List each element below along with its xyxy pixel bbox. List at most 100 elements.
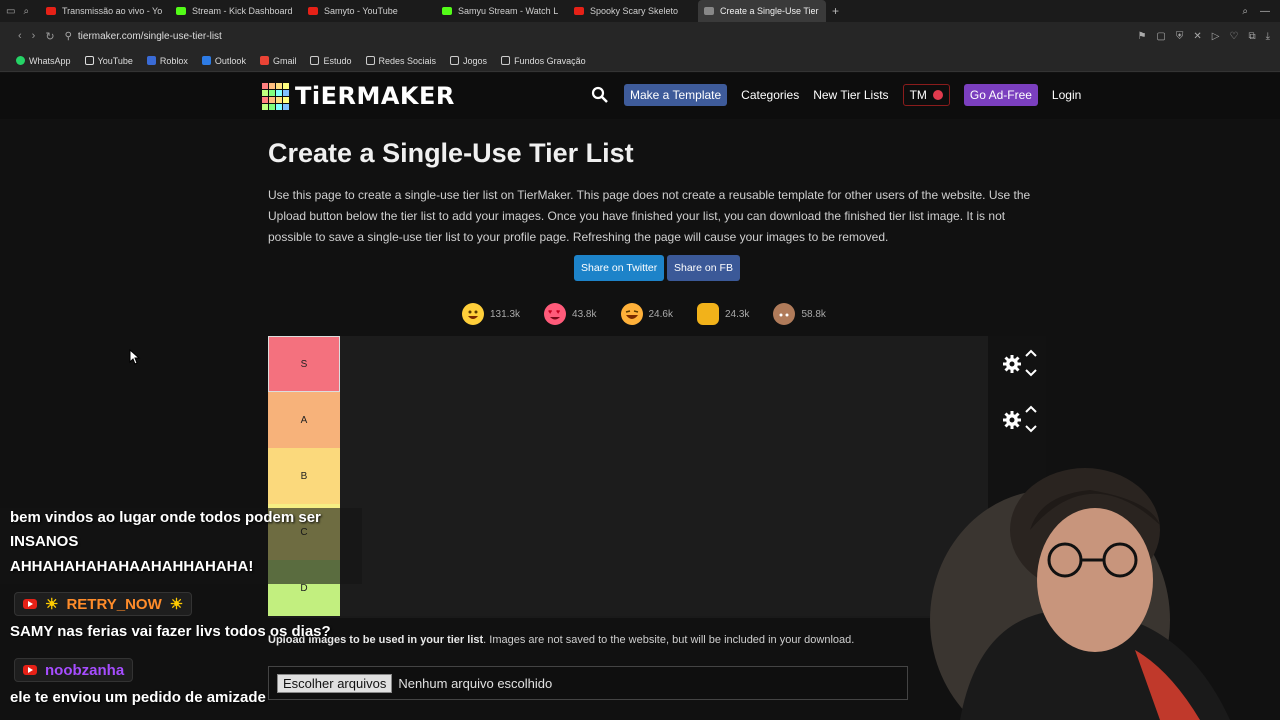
url-field[interactable]: ⚲ tiermaker.com/single-use-tier-list bbox=[65, 31, 222, 42]
play-icon[interactable]: ▷ bbox=[1212, 31, 1220, 42]
reaction-count: 24.6k bbox=[648, 308, 673, 320]
tab-samyto-youtube[interactable]: Samyto - YouTube bbox=[302, 0, 436, 22]
tab-title: Transmissão ao vivo - Yo bbox=[62, 6, 163, 16]
bookmark-redes-sociais[interactable]: Redes Sociais bbox=[365, 55, 437, 66]
site-info-icon[interactable]: ⚲ bbox=[65, 31, 72, 42]
tiermaker-logo[interactable]: TiERMAKER bbox=[262, 82, 455, 110]
url-text[interactable]: tiermaker.com/single-use-tier-list bbox=[78, 31, 222, 42]
categories-link[interactable]: Categories bbox=[741, 88, 799, 102]
bookmark-estudo[interactable]: Estudo bbox=[310, 55, 352, 66]
share-fb-button[interactable]: Share on FB bbox=[667, 255, 740, 281]
chevron-up-icon[interactable] bbox=[1024, 404, 1038, 414]
reaction-laugh[interactable]: 24.6k bbox=[620, 303, 673, 325]
tab-search-icon[interactable]: ⌕ bbox=[23, 6, 29, 17]
tab-kick-dashboard[interactable]: Stream - Kick Dashboard bbox=[170, 0, 302, 22]
reaction-grin[interactable]: 131.3k bbox=[462, 303, 520, 325]
bookmark-gmail[interactable]: Gmail bbox=[259, 56, 296, 66]
bookmark-label: Outlook bbox=[214, 55, 246, 66]
webcam-overlay bbox=[930, 468, 1230, 720]
tier-drop-zone[interactable] bbox=[340, 560, 988, 616]
kick-favicon-icon bbox=[442, 7, 452, 15]
tier-label-a[interactable]: A bbox=[268, 392, 340, 448]
bookmark-youtube[interactable]: YouTube bbox=[84, 55, 133, 66]
tiermaker-favicon-icon bbox=[704, 7, 714, 15]
poop-emoji-icon bbox=[773, 303, 796, 325]
tab-samyu-stream[interactable]: Samyu Stream - Watch L bbox=[436, 0, 568, 22]
tab-title: Samyto - YouTube bbox=[324, 6, 398, 16]
whatsapp-icon bbox=[16, 56, 25, 65]
make-template-button[interactable]: Make a Template bbox=[624, 84, 728, 106]
stream-chat-overlay: bem vindos ao lugar onde todos podem ser… bbox=[0, 508, 362, 720]
shield-icon[interactable]: ⛨ bbox=[1176, 31, 1184, 42]
share-twitter-button[interactable]: Share on Twitter bbox=[574, 255, 665, 281]
login-link[interactable]: Login bbox=[1052, 88, 1081, 102]
screenshot-icon[interactable]: ▢ bbox=[1156, 31, 1165, 42]
search-tabs-icon[interactable]: ⌕ bbox=[1242, 6, 1248, 17]
tab-transmissao[interactable]: Transmissão ao vivo - Yo bbox=[40, 0, 170, 22]
bookmark-label: Estudo bbox=[323, 55, 352, 66]
bookmark-whatsapp[interactable]: WhatsApp bbox=[16, 56, 71, 66]
tier-label-b[interactable]: B bbox=[268, 448, 340, 504]
bookmark-label: Redes Sociais bbox=[378, 55, 437, 66]
tab-actions-icon[interactable]: ▭ bbox=[6, 6, 15, 17]
bookmark-jogos[interactable]: Jogos bbox=[450, 56, 487, 66]
heart-icon[interactable]: ♡ bbox=[1229, 31, 1238, 42]
reaction-heart-eyes[interactable]: ♥ ♥ 43.8k bbox=[544, 303, 597, 325]
chevron-down-icon[interactable] bbox=[1024, 368, 1038, 378]
download-icon[interactable]: ⤓ bbox=[1266, 31, 1270, 42]
page-title: Create a Single-Use Tier List bbox=[268, 138, 634, 168]
bookmark-fundos-gravacao[interactable]: Fundos Gravação bbox=[501, 56, 586, 66]
reaction-praise[interactable]: 24.3k bbox=[696, 303, 749, 325]
tab-title: Create a Single-Use Tier bbox=[720, 6, 819, 16]
chat-username-badge: noobzanha bbox=[14, 658, 134, 682]
new-tier-lists-link[interactable]: New Tier Lists bbox=[813, 88, 888, 102]
back-icon[interactable]: ‹ bbox=[18, 30, 22, 43]
tab-actions: ▭ ⌕ bbox=[0, 6, 40, 17]
extensions-icon[interactable]: ⧉ bbox=[1248, 31, 1255, 42]
tier-row-s: S bbox=[268, 336, 1046, 392]
file-upload-input[interactable]: Escolher arquivos Nenhum arquivo escolhi… bbox=[268, 666, 908, 700]
reaction-count: 131.3k bbox=[490, 308, 521, 320]
heart-eyes-emoji-icon: ♥ ♥ bbox=[544, 303, 567, 325]
upload-note-rest: . Images are not saved to the website, b… bbox=[483, 634, 855, 646]
forward-icon[interactable]: › bbox=[32, 30, 36, 43]
bookmark-label: YouTube bbox=[97, 55, 133, 66]
bookmark-outlook[interactable]: Outlook bbox=[201, 55, 246, 66]
tab-spooky-scary[interactable]: Spooky Scary Skeleto bbox=[568, 0, 698, 22]
chat-username-badge: ☀ RETRY_NOW ☀ bbox=[14, 592, 193, 616]
tm-label: TM bbox=[909, 88, 927, 102]
reload-icon[interactable]: ↻ bbox=[45, 30, 54, 43]
bookmarks-bar: WhatsApp YouTube Roblox Outlook Gmail Es… bbox=[0, 50, 1280, 72]
translate-icon[interactable]: ✕ bbox=[1193, 31, 1201, 42]
tier-controls bbox=[988, 336, 1046, 392]
tab-tiermaker[interactable]: Create a Single-Use Tier bbox=[698, 0, 826, 22]
chevron-up-icon[interactable] bbox=[1024, 348, 1038, 358]
youtube-icon bbox=[23, 599, 37, 609]
reaction-count: 43.8k bbox=[572, 308, 597, 320]
go-ad-free-button[interactable]: Go Ad-Free bbox=[963, 84, 1038, 106]
minimize-icon[interactable]: — bbox=[1260, 6, 1270, 17]
sun-icon: ☀ bbox=[169, 596, 184, 613]
window-controls: ⌕ — bbox=[1242, 6, 1280, 17]
tier-drop-zone[interactable] bbox=[340, 448, 988, 504]
reaction-poop[interactable]: 58.8k bbox=[773, 303, 826, 325]
browser-tab-bar: ▭ ⌕ Transmissão ao vivo - Yo Stream - Kic… bbox=[0, 0, 1280, 22]
tier-drop-zone[interactable] bbox=[340, 504, 988, 560]
gear-icon[interactable] bbox=[1002, 354, 1022, 374]
extension-icons: ⚑ ▢ ⛨ ✕ ▷ ♡ ⧉ ⤓ bbox=[1137, 31, 1280, 42]
tm-button[interactable]: TM bbox=[902, 84, 950, 106]
laugh-emoji-icon bbox=[620, 303, 643, 325]
search-icon[interactable] bbox=[590, 85, 610, 105]
bookmark-star-icon[interactable]: ⚑ bbox=[1137, 31, 1146, 42]
tier-drop-zone[interactable] bbox=[340, 336, 988, 392]
tier-label-s[interactable]: S bbox=[268, 336, 340, 392]
intro-text: Use this page to create a single-use tie… bbox=[268, 188, 1031, 244]
roblox-icon bbox=[146, 56, 156, 65]
bookmark-label: Roblox bbox=[159, 55, 188, 66]
bookmark-roblox[interactable]: Roblox bbox=[146, 55, 188, 66]
folder-icon bbox=[450, 56, 460, 65]
new-tab-icon[interactable]: + bbox=[826, 4, 839, 18]
youtube-favicon-icon bbox=[308, 7, 318, 15]
tier-drop-zone[interactable] bbox=[340, 392, 988, 448]
chat-message-line: AHHAHAHAHAHAAHAHHAHAHA! bbox=[10, 558, 254, 575]
